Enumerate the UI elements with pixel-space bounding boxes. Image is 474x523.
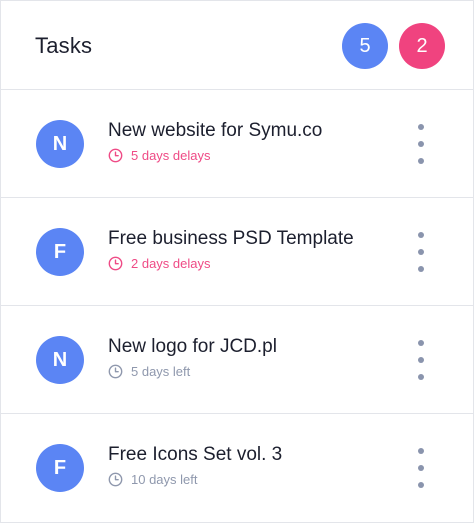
task-status: 5 days delays [108,148,211,163]
task-status-text: 10 days left [131,472,198,487]
clock-icon [108,256,123,271]
more-options-button[interactable] [413,448,429,488]
task-title[interactable]: Free business PSD Template [108,228,354,250]
avatar: N [36,336,84,384]
task-status: 10 days left [108,472,198,487]
task-status: 2 days delays [108,256,211,271]
task-title[interactable]: Free Icons Set vol. 3 [108,444,282,466]
count-badge-blue[interactable]: 5 [342,23,388,69]
more-options-button[interactable] [413,340,429,380]
task-title[interactable]: New logo for JCD.pl [108,336,277,358]
task-row[interactable]: N New website for Symu.co 5 days delays [1,90,473,198]
clock-icon [108,148,123,163]
tasks-header: Tasks 5 2 [1,1,473,90]
task-row[interactable]: F Free business PSD Template 2 days dela… [1,198,473,306]
tasks-card: Tasks 5 2 N New website for Symu.co 5 da… [0,0,474,523]
clock-icon [108,364,123,379]
task-title[interactable]: New website for Symu.co [108,120,322,142]
task-row[interactable]: N New logo for JCD.pl 5 days left [1,306,473,414]
task-row[interactable]: F Free Icons Set vol. 3 10 days left [1,414,473,521]
clock-icon [108,472,123,487]
more-options-button[interactable] [413,232,429,272]
task-status: 5 days left [108,364,190,379]
count-badge-pink[interactable]: 2 [399,23,445,69]
avatar: F [36,228,84,276]
task-status-text: 5 days delays [131,148,211,163]
task-status-text: 2 days delays [131,256,211,271]
avatar: F [36,444,84,492]
more-options-button[interactable] [413,124,429,164]
task-status-text: 5 days left [131,364,191,379]
avatar: N [36,120,84,168]
page-title: Tasks [35,33,93,58]
